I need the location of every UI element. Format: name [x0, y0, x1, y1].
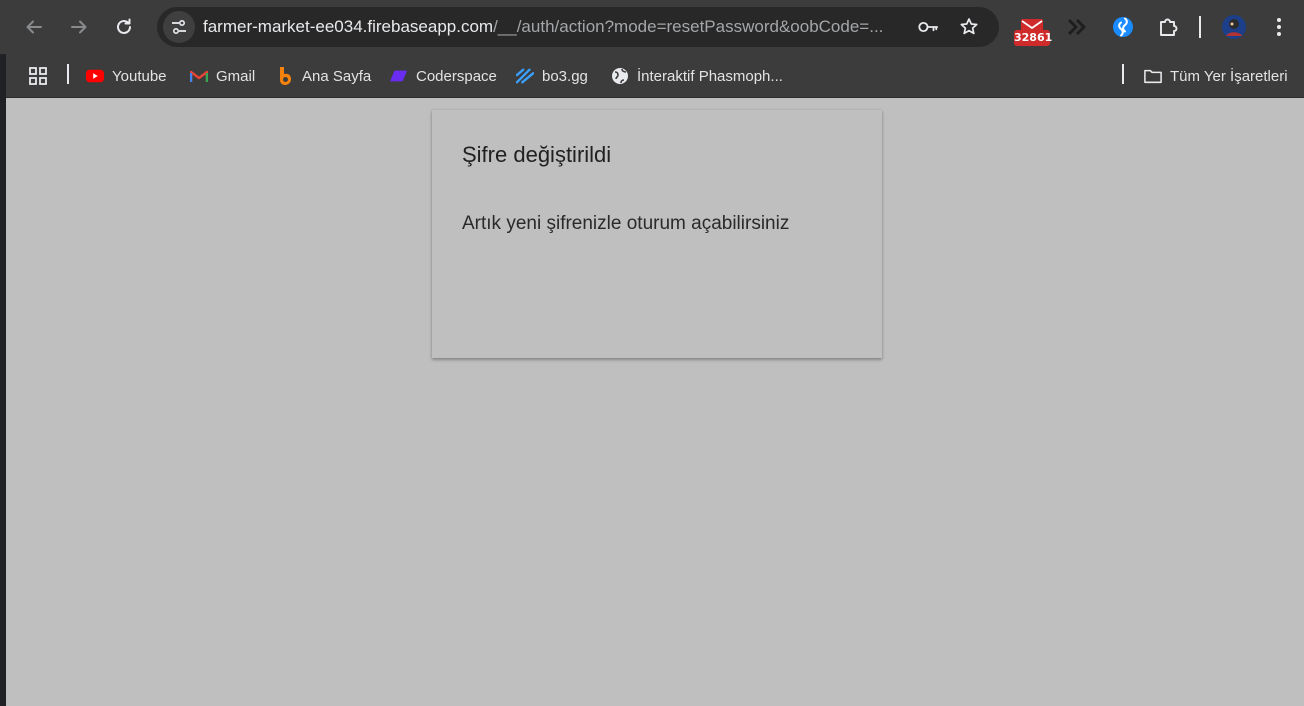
bookmark-ana-sayfa[interactable]: Ana Sayfa: [276, 62, 371, 90]
shazam-icon: [1113, 17, 1133, 37]
all-bookmarks-label: Tüm Yer İşaretleri: [1170, 67, 1288, 85]
forward-button[interactable]: [62, 10, 96, 44]
password-changed-card: Şifre değiştirildi Artık yeni şifrenizle…: [432, 110, 882, 358]
url-path: /__/auth/action?mode=resetPassword&oobCo…: [493, 17, 884, 36]
card-message: Artık yeni şifrenizle oturum açabilirsin…: [462, 213, 790, 234]
site-info-button[interactable]: [163, 11, 195, 43]
coderspace-icon: [390, 67, 408, 85]
bookmark-phasmophobia[interactable]: İnteraktif Phasmoph...: [611, 62, 783, 90]
avatar-icon: [1222, 15, 1246, 39]
youtube-icon: [86, 67, 104, 85]
bookmarks-bar: Youtube Gmail Ana Sayfa Coderspace bo3.g…: [6, 54, 1304, 98]
browser-menu-button[interactable]: [1266, 12, 1292, 42]
forward-arrow-icon: [71, 20, 87, 34]
all-bookmarks-button[interactable]: Tüm Yer İşaretleri: [1144, 62, 1288, 90]
globe-icon: [611, 67, 629, 85]
puzzle-icon: [1160, 18, 1178, 36]
window-left-edge: [0, 0, 6, 706]
bookmark-youtube[interactable]: Youtube: [86, 62, 167, 90]
url-text[interactable]: farmer-market-ee034.firebaseapp.com/__/a…: [203, 16, 909, 38]
ana-sayfa-icon: [276, 67, 294, 85]
bookmarks-divider-right: [1122, 64, 1124, 84]
bookmark-label: Coderspace: [416, 67, 497, 85]
shazam-extension-button[interactable]: [1109, 12, 1137, 42]
star-icon: [960, 18, 978, 35]
bookmark-gmail[interactable]: Gmail: [190, 62, 255, 90]
apps-button[interactable]: [28, 62, 48, 90]
gmail-icon: [190, 67, 208, 85]
reload-icon: [117, 18, 131, 34]
bookmark-coderspace[interactable]: Coderspace: [390, 62, 497, 90]
key-icon: [918, 21, 939, 33]
extensions-button[interactable]: [1154, 12, 1182, 42]
url-host: farmer-market-ee034.firebaseapp.com: [203, 17, 494, 36]
apps-grid-icon: [29, 67, 47, 85]
tune-icon: [172, 19, 186, 35]
folder-icon: [1144, 67, 1162, 85]
back-arrow-icon: [26, 20, 42, 34]
card-title: Şifre değiştirildi: [462, 142, 612, 167]
more-vert-icon: [1277, 18, 1281, 36]
mail-extension-badge: 32861: [1014, 30, 1053, 46]
reload-button[interactable]: [107, 10, 141, 44]
password-key-button[interactable]: [917, 16, 939, 38]
bookmark-label: Ana Sayfa: [302, 67, 372, 85]
profile-avatar-button[interactable]: [1219, 12, 1249, 42]
bookmark-star-button[interactable]: [958, 16, 980, 38]
bookmark-label: Youtube: [112, 67, 167, 85]
bookmark-bo3[interactable]: bo3.gg: [516, 62, 588, 90]
bookmark-label: Gmail: [216, 67, 256, 85]
bookmark-label: bo3.gg: [542, 67, 588, 85]
bookmark-label: İnteraktif Phasmoph...: [637, 67, 783, 85]
address-bar[interactable]: farmer-market-ee034.firebaseapp.com/__/a…: [157, 7, 999, 47]
fast-forward-extension-button[interactable]: [1064, 12, 1092, 42]
bookmarks-divider: [67, 64, 69, 84]
bo3-icon: [516, 67, 534, 85]
double-chevron-icon: [1067, 18, 1086, 36]
back-button[interactable]: [17, 10, 51, 44]
toolbar-divider: [1199, 16, 1201, 38]
browser-toolbar: farmer-market-ee034.firebaseapp.com/__/a…: [0, 0, 1304, 54]
